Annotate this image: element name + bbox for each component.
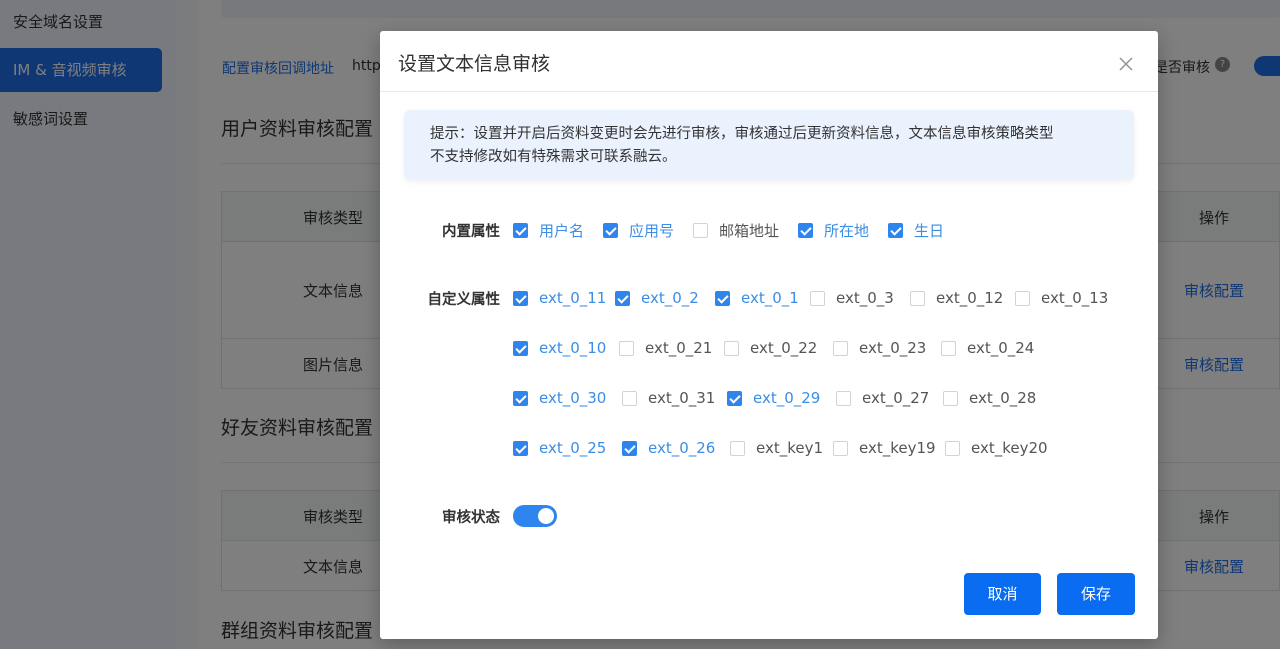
checkbox-label: 生日 (914, 221, 945, 240)
custom-attr-checkbox[interactable]: ext_0_24 (941, 338, 1034, 358)
custom-attr-checkbox[interactable]: ext_0_27 (836, 388, 929, 408)
builtin-attr-checkbox[interactable]: 应用号 (603, 220, 674, 240)
checkbox-label: ext_0_23 (859, 339, 927, 357)
custom-attr-checkbox[interactable]: ext_0_31 (622, 388, 715, 408)
custom-attr-checkbox[interactable]: ext_0_10 (513, 338, 606, 358)
checkbox-label: ext_0_11 (539, 289, 607, 307)
audit-status-switch[interactable] (513, 505, 557, 527)
tip-line-1: 提示：设置并开启后资料变更时会先进行审核，审核通过后更新资料信息，文本信息审核策… (430, 126, 1054, 142)
checkbox-label: ext_0_10 (539, 339, 607, 357)
checkbox-label: 应用号 (629, 221, 675, 240)
checkbox-label: ext_0_21 (645, 339, 713, 357)
custom-attr-checkbox[interactable]: ext_0_28 (943, 388, 1036, 408)
checkbox-checked-icon[interactable] (513, 222, 528, 238)
checkbox-label: ext_0_1 (741, 289, 799, 307)
custom-attr-checkbox[interactable]: ext_0_22 (724, 338, 817, 358)
checkbox-checked-icon[interactable] (715, 290, 730, 306)
custom-attr-checkbox[interactable]: ext_key19 (833, 438, 936, 458)
audit-status-label: 审核状态 (442, 510, 500, 526)
checkbox-label: 用户名 (539, 221, 585, 240)
checkbox-checked-icon[interactable] (513, 440, 528, 456)
checkbox-unchecked-icon[interactable] (810, 290, 825, 306)
custom-attr-checkbox[interactable]: ext_0_13 (1015, 288, 1108, 308)
custom-attr-checkbox[interactable]: ext_0_12 (910, 288, 1003, 308)
close-icon[interactable] (1117, 55, 1135, 73)
custom-attr-checkbox[interactable]: ext_0_30 (513, 388, 606, 408)
checkbox-label: ext_0_27 (862, 389, 930, 407)
text-audit-dialog: 设置文本信息审核 提示：设置并开启后资料变更时会先进行审核，审核通过后更新资料信… (380, 31, 1158, 639)
checkbox-unchecked-icon[interactable] (910, 290, 925, 306)
checkbox-label: ext_0_26 (648, 439, 716, 457)
dialog-header-divider (380, 91, 1158, 92)
builtin-attr-checkbox[interactable]: 邮箱地址 (693, 220, 779, 240)
custom-attr-checkbox[interactable]: ext_0_2 (615, 288, 699, 308)
checkbox-unchecked-icon[interactable] (1015, 290, 1030, 306)
checkbox-checked-icon[interactable] (513, 340, 528, 356)
checkbox-unchecked-icon[interactable] (945, 440, 960, 456)
custom-attr-checkbox[interactable]: ext_key1 (730, 438, 823, 458)
checkbox-label: ext_0_12 (936, 289, 1004, 307)
builtin-attr-checkbox[interactable]: 用户名 (513, 220, 584, 240)
checkbox-unchecked-icon[interactable] (941, 340, 956, 356)
dialog-title: 设置文本信息审核 (398, 53, 551, 75)
tip-line-2: 不支持修改如有特殊需求可联系融云。 (430, 149, 677, 165)
checkbox-unchecked-icon[interactable] (836, 390, 851, 406)
checkbox-label: ext_key1 (756, 439, 824, 457)
custom-attr-checkbox[interactable]: ext_0_26 (622, 438, 715, 458)
checkbox-checked-icon[interactable] (888, 222, 903, 238)
tip-box: 提示：设置并开启后资料变更时会先进行审核，审核通过后更新资料信息，文本信息审核策… (404, 110, 1134, 180)
checkbox-unchecked-icon[interactable] (833, 440, 848, 456)
checkbox-unchecked-icon[interactable] (943, 390, 958, 406)
custom-attr-checkbox[interactable]: ext_0_21 (619, 338, 712, 358)
checkbox-unchecked-icon[interactable] (724, 340, 739, 356)
checkbox-label: ext_0_31 (648, 389, 716, 407)
custom-attr-checkbox[interactable]: ext_0_23 (833, 338, 926, 358)
checkbox-checked-icon[interactable] (513, 390, 528, 406)
checkbox-checked-icon[interactable] (727, 390, 742, 406)
custom-attr-checkbox[interactable]: ext_0_29 (727, 388, 820, 408)
checkbox-label: ext_0_25 (539, 439, 607, 457)
builtin-attr-checkbox[interactable]: 所在地 (798, 220, 869, 240)
checkbox-label: 所在地 (824, 221, 870, 240)
builtin-attr-checkbox[interactable]: 生日 (888, 220, 944, 240)
checkbox-checked-icon[interactable] (513, 290, 528, 306)
checkbox-unchecked-icon[interactable] (619, 340, 634, 356)
checkbox-checked-icon[interactable] (622, 440, 637, 456)
checkbox-checked-icon[interactable] (603, 222, 618, 238)
checkbox-checked-icon[interactable] (615, 290, 630, 306)
checkbox-label: ext_0_28 (969, 389, 1037, 407)
custom-attr-checkbox[interactable]: ext_key20 (945, 438, 1048, 458)
builtin-attributes-label: 内置属性 (442, 224, 500, 240)
checkbox-unchecked-icon[interactable] (622, 390, 637, 406)
custom-attr-checkbox[interactable]: ext_0_11 (513, 288, 606, 308)
save-button[interactable]: 保存 (1057, 573, 1135, 615)
checkbox-checked-icon[interactable] (798, 222, 813, 238)
custom-attr-checkbox[interactable]: ext_0_3 (810, 288, 894, 308)
checkbox-label: ext_0_3 (836, 289, 894, 307)
custom-attr-checkbox[interactable]: ext_0_1 (715, 288, 799, 308)
checkbox-label: ext_key19 (859, 439, 936, 457)
checkbox-label: ext_0_30 (539, 389, 607, 407)
checkbox-label: ext_0_2 (641, 289, 699, 307)
checkbox-label: 邮箱地址 (719, 221, 780, 240)
cancel-button[interactable]: 取消 (964, 573, 1041, 615)
checkbox-label: ext_0_22 (750, 339, 818, 357)
custom-attributes-label: 自定义属性 (427, 292, 501, 308)
switch-knob (538, 508, 554, 524)
checkbox-label: ext_0_13 (1041, 289, 1109, 307)
checkbox-unchecked-icon[interactable] (693, 222, 708, 238)
custom-attr-checkbox[interactable]: ext_0_25 (513, 438, 606, 458)
checkbox-label: ext_key20 (971, 439, 1048, 457)
checkbox-unchecked-icon[interactable] (833, 340, 848, 356)
checkbox-label: ext_0_24 (967, 339, 1035, 357)
checkbox-label: ext_0_29 (753, 389, 821, 407)
checkbox-unchecked-icon[interactable] (730, 440, 745, 456)
